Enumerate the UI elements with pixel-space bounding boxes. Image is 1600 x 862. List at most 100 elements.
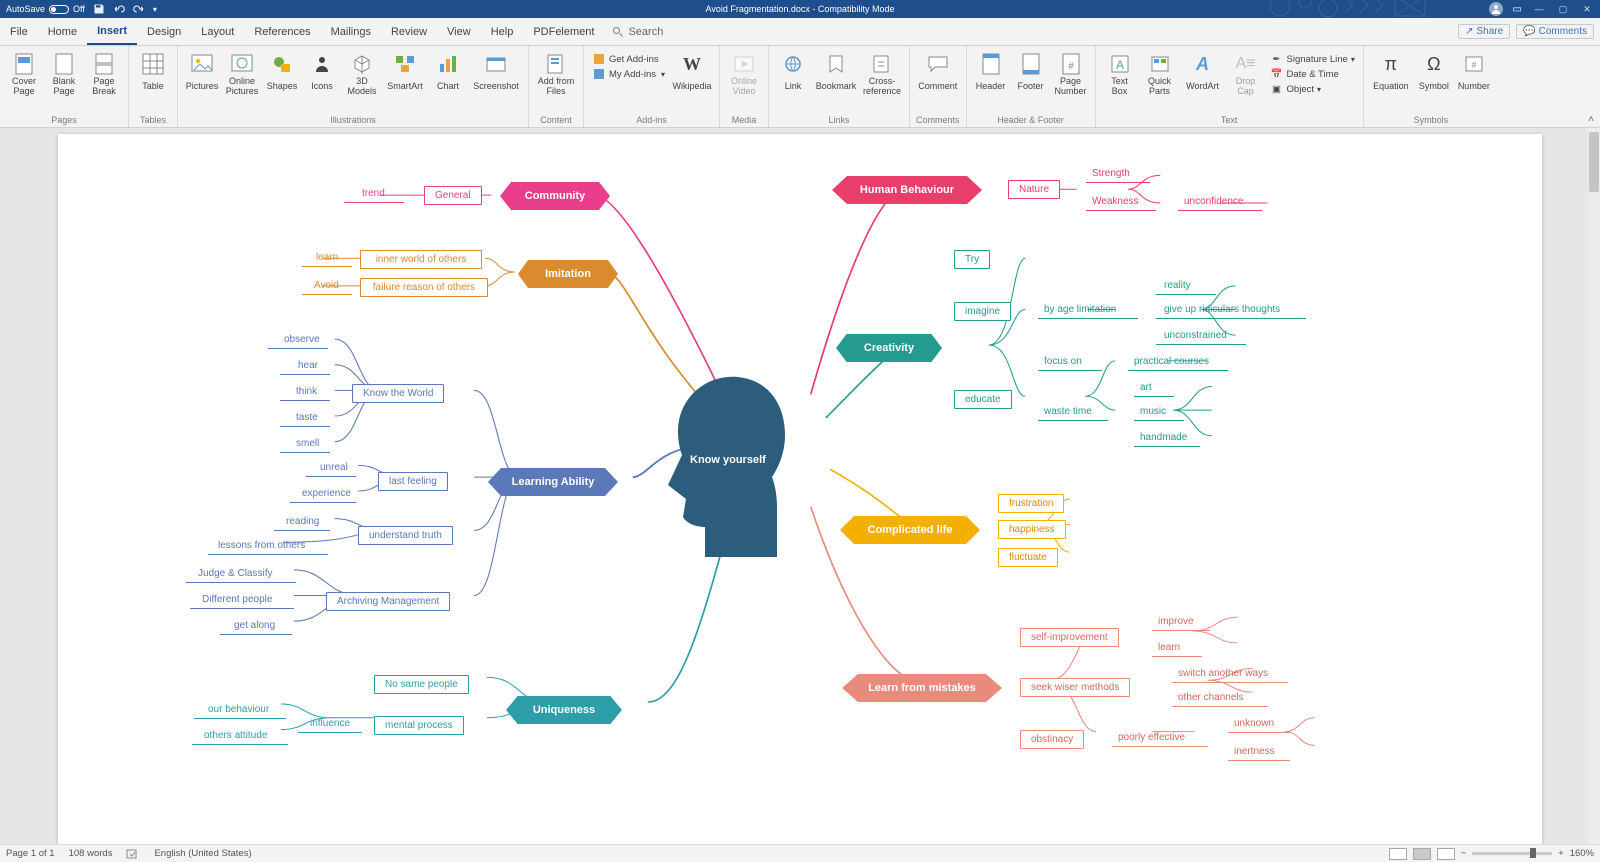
document-area: Know yourself Community General trend Im… <box>0 128 1600 844</box>
bookmark-button[interactable]: Bookmark <box>815 50 857 99</box>
mindmap-connectors <box>58 134 1542 844</box>
scrollbar-thumb[interactable] <box>1589 132 1599 192</box>
tab-references[interactable]: References <box>244 18 320 45</box>
group-symbols: πEquation ΩSymbol #Number Symbols <box>1364 46 1498 127</box>
cover-page-button[interactable]: CoverPage <box>6 50 42 99</box>
tab-file[interactable]: File <box>0 18 38 45</box>
online-pictures-button[interactable]: OnlinePictures <box>224 50 260 99</box>
collapse-ribbon-icon[interactable]: ˄ <box>1588 114 1594 125</box>
cross-reference-button[interactable]: Cross-reference <box>861 50 903 99</box>
zoom-out-button[interactable]: − <box>1461 848 1467 859</box>
window-close-button[interactable]: ✕ <box>1580 4 1594 15</box>
tab-design[interactable]: Design <box>137 18 191 45</box>
online-video-button[interactable]: OnlineVideo <box>726 50 762 99</box>
pictures-button[interactable]: Pictures <box>184 50 220 99</box>
chart-button[interactable]: Chart <box>430 50 466 99</box>
zoom-level[interactable]: 160% <box>1570 848 1594 859</box>
undo-icon[interactable] <box>113 3 125 15</box>
tab-pdfelement[interactable]: PDFelement <box>523 18 604 45</box>
number-button[interactable]: #Number <box>1456 50 1492 99</box>
comments-button[interactable]: 💬Comments <box>1516 24 1594 39</box>
signature-line-button[interactable]: ✒Signature Line▾ <box>1270 52 1355 66</box>
svg-text:A: A <box>1116 58 1124 72</box>
date-time-button[interactable]: 📅Date & Time <box>1270 67 1355 81</box>
get-addins-button[interactable]: Get Add-ins <box>592 52 665 66</box>
page-break-button[interactable]: PageBreak <box>86 50 122 99</box>
save-icon[interactable] <box>93 3 105 15</box>
group-label-media: Media <box>732 113 757 125</box>
node-uniqueness: Uniqueness <box>506 696 622 724</box>
comment-button[interactable]: Comment <box>917 50 959 99</box>
view-read-mode[interactable] <box>1389 848 1407 860</box>
shapes-button[interactable]: Shapes <box>264 50 300 99</box>
tab-review[interactable]: Review <box>381 18 437 45</box>
autosave-toggle[interactable]: AutoSave Off <box>6 4 85 14</box>
node-unconstrained: unconstrained <box>1164 330 1227 341</box>
symbol-button[interactable]: ΩSymbol <box>1416 50 1452 99</box>
node-human: Human Behaviour <box>832 176 982 204</box>
node-obstinacy: obstinacy <box>1020 730 1084 749</box>
autosave-state: Off <box>73 4 85 14</box>
quick-parts-button[interactable]: QuickParts <box>1142 50 1178 99</box>
icons-button[interactable]: Icons <box>304 50 340 99</box>
zoom-in-button[interactable]: + <box>1558 848 1564 859</box>
node-mistakes: Learn from mistakes <box>842 674 1002 702</box>
group-tables: Table Tables <box>129 46 178 127</box>
link-button[interactable]: Link <box>775 50 811 99</box>
object-button[interactable]: ▣Object▾ <box>1270 82 1355 96</box>
tab-help[interactable]: Help <box>481 18 524 45</box>
header-button[interactable]: Header <box>973 50 1009 99</box>
my-addins-button[interactable]: My Add-ins▾ <box>592 67 665 81</box>
wordart-button[interactable]: AWordArt <box>1182 50 1224 99</box>
group-label-illustrations: Illustrations <box>330 113 376 125</box>
footer-button[interactable]: Footer <box>1013 50 1049 99</box>
add-from-files-button[interactable]: Add fromFiles <box>535 50 577 99</box>
view-web-layout[interactable] <box>1437 848 1455 860</box>
qat-more-icon[interactable]: ▾ <box>153 5 157 14</box>
screenshot-button[interactable]: Screenshot <box>470 50 522 99</box>
node-imitation: Imitation <box>518 260 618 288</box>
node-general: General <box>424 186 482 205</box>
vertical-scrollbar[interactable] <box>1588 128 1600 844</box>
status-spellcheck-icon[interactable] <box>126 848 140 860</box>
tab-mailings[interactable]: Mailings <box>321 18 381 45</box>
node-educate: educate <box>954 390 1012 409</box>
node-others-attitude: others attitude <box>204 730 267 741</box>
redo-icon[interactable] <box>133 3 145 15</box>
group-label-links: Links <box>829 113 850 125</box>
group-label-symbols: Symbols <box>1414 113 1449 125</box>
tab-home[interactable]: Home <box>38 18 87 45</box>
group-media: OnlineVideo Media <box>720 46 769 127</box>
text-box-button[interactable]: ATextBox <box>1102 50 1138 99</box>
3d-models-button[interactable]: 3DModels <box>344 50 380 99</box>
user-avatar-icon[interactable] <box>1489 2 1503 16</box>
page-number-button[interactable]: #PageNumber <box>1053 50 1089 99</box>
smartart-button[interactable]: SmartArt <box>384 50 426 99</box>
ribbon-display-icon[interactable]: ▭ <box>1513 4 1522 15</box>
tab-layout[interactable]: Layout <box>191 18 244 45</box>
node-inner: inner world of others <box>360 250 482 269</box>
view-print-layout[interactable] <box>1413 848 1431 860</box>
search-box[interactable]: Search <box>612 26 663 38</box>
window-minimize-button[interactable]: — <box>1532 4 1546 14</box>
status-language[interactable]: English (United States) <box>154 848 251 859</box>
status-words[interactable]: 108 words <box>69 848 113 859</box>
group-label-content: Content <box>540 113 572 125</box>
autosave-label: AutoSave <box>6 4 45 14</box>
table-button[interactable]: Table <box>135 50 171 99</box>
equation-button[interactable]: πEquation <box>1370 50 1412 99</box>
center-label: Know yourself <box>690 454 766 466</box>
status-page[interactable]: Page 1 of 1 <box>6 848 55 859</box>
blank-page-button[interactable]: BlankPage <box>46 50 82 99</box>
node-imagine: imagine <box>954 302 1011 321</box>
group-links: Link Bookmark Cross-reference Links <box>769 46 910 127</box>
node-archiving: Archiving Management <box>326 592 450 611</box>
tab-insert[interactable]: Insert <box>87 18 137 45</box>
share-button[interactable]: ↗Share <box>1458 24 1510 39</box>
drop-cap-button[interactable]: A≡DropCap <box>1228 50 1264 99</box>
window-maximize-button[interactable]: ▢ <box>1556 4 1570 15</box>
ribbon: CoverPage BlankPage PageBreak Pages Tabl… <box>0 46 1600 128</box>
zoom-slider[interactable] <box>1472 852 1552 855</box>
wikipedia-button[interactable]: WWikipedia <box>671 50 713 99</box>
tab-view[interactable]: View <box>437 18 481 45</box>
